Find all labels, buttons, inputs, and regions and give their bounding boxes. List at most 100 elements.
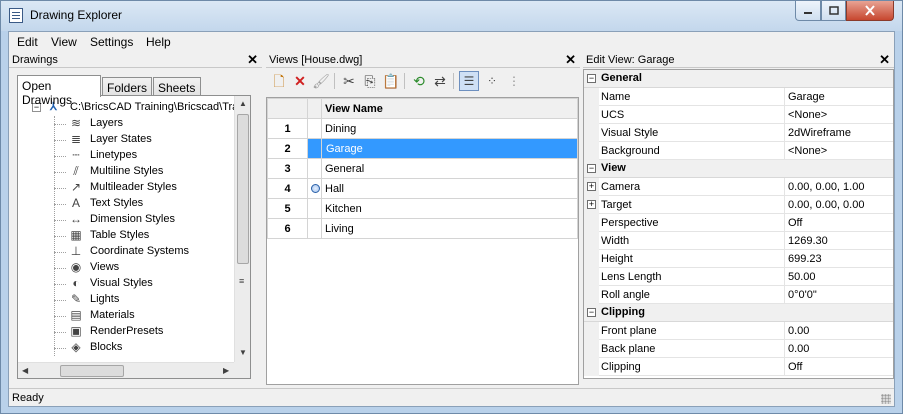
category-view[interactable]: − View xyxy=(584,160,893,178)
menu-view[interactable]: View xyxy=(51,35,77,49)
row-number[interactable]: 5 xyxy=(267,198,308,219)
cut-icon[interactable]: ✂ xyxy=(339,71,359,91)
collapse-icon[interactable]: − xyxy=(587,74,596,83)
close-views-panel-icon[interactable]: ✕ xyxy=(565,52,576,68)
property-camera[interactable]: + Camera 0.00, 0.00, 1.00 xyxy=(584,178,893,196)
scroll-down-icon[interactable]: ▼ xyxy=(239,348,247,357)
property-value[interactable]: 0.00, 0.00, 0.00 xyxy=(788,199,864,211)
property-value[interactable]: 0.00 xyxy=(788,325,809,337)
collapse-icon[interactable]: − xyxy=(587,308,596,317)
paste-icon[interactable]: 📋 xyxy=(381,71,401,91)
property-value[interactable]: 0°0'0" xyxy=(788,289,817,301)
row-number[interactable]: 4 xyxy=(267,178,308,199)
details-view-icon[interactable]: ☰ xyxy=(459,71,479,91)
property-value[interactable]: 2dWireframe xyxy=(788,127,851,139)
close-drawings-panel-icon[interactable]: ✕ xyxy=(247,52,258,68)
collapse-icon[interactable]: − xyxy=(587,164,596,173)
minimize-button[interactable] xyxy=(795,1,821,21)
new-view-icon[interactable]: 🗋 xyxy=(269,71,289,91)
property-value[interactable]: <None> xyxy=(788,145,827,157)
delete-icon[interactable]: ✕ xyxy=(290,71,310,91)
property-value[interactable]: 699.23 xyxy=(788,253,822,265)
list-view-icon[interactable]: ⋮ xyxy=(504,71,524,91)
property-back-plane[interactable]: Back plane 0.00 xyxy=(584,340,893,358)
property-ucs[interactable]: UCS <None> xyxy=(584,106,893,124)
property-lens-length[interactable]: Lens Length 50.00 xyxy=(584,268,893,286)
tab-folders[interactable]: Folders xyxy=(102,77,152,96)
view-name-column-header[interactable]: View Name xyxy=(321,98,578,119)
property-visual-style[interactable]: Visual Style 2dWireframe xyxy=(584,124,893,142)
view-name-cell[interactable]: General xyxy=(321,158,578,179)
category-clipping[interactable]: − Clipping xyxy=(584,304,893,322)
category-general[interactable]: − General xyxy=(584,70,893,88)
resize-grip-icon[interactable] xyxy=(881,394,891,404)
tree-vertical-scrollbar[interactable]: ▲ ≡ ▼ xyxy=(234,96,250,362)
property-value[interactable]: <None> xyxy=(788,109,827,121)
set-current-icon[interactable]: ⟲ xyxy=(409,71,429,91)
expand-icon[interactable]: + xyxy=(587,182,596,191)
menu-help[interactable]: Help xyxy=(146,35,171,49)
close-edit-view-panel-icon[interactable]: ✕ xyxy=(879,52,890,68)
property-value[interactable]: Garage xyxy=(788,91,825,103)
view-row[interactable]: 4 Hall xyxy=(267,178,578,199)
property-background[interactable]: Background <None> xyxy=(584,142,893,160)
view-row[interactable]: 3 General xyxy=(267,158,578,179)
scroll-right-icon[interactable]: ▶ xyxy=(223,366,229,375)
property-label: Width xyxy=(601,235,630,247)
expand-icon[interactable]: + xyxy=(587,200,596,209)
property-roll-angle[interactable]: Roll angle 0°0'0" xyxy=(584,286,893,304)
column-divider xyxy=(784,340,785,358)
property-target[interactable]: + Target 0.00, 0.00, 0.00 xyxy=(584,196,893,214)
scroll-up-icon[interactable]: ▲ xyxy=(239,99,247,108)
view-name-cell[interactable]: Hall xyxy=(321,178,578,199)
property-value[interactable]: 1269.30 xyxy=(788,235,828,247)
purge-brush-icon[interactable]: 🖌 xyxy=(311,71,331,91)
row-number[interactable]: 3 xyxy=(267,158,308,179)
property-label: Lens Length xyxy=(601,271,662,283)
refresh-icon[interactable]: ⇄ xyxy=(430,71,450,91)
tree-horizontal-scroll-thumb[interactable] xyxy=(60,365,124,377)
row-number[interactable]: 6 xyxy=(267,218,308,239)
row-number[interactable]: 2 xyxy=(267,138,308,159)
view-row[interactable]: 1 Dining xyxy=(267,118,578,139)
property-height[interactable]: Height 699.23 xyxy=(584,250,893,268)
icon-view-icon[interactable]: ⁘ xyxy=(482,71,502,91)
property-clipping[interactable]: Clipping Off xyxy=(584,358,893,376)
view-row[interactable]: 5 Kitchen xyxy=(267,198,578,219)
maximize-button[interactable] xyxy=(821,1,846,21)
close-button[interactable] xyxy=(846,1,894,21)
property-value[interactable]: Off xyxy=(788,217,802,229)
view-row[interactable]: 2 Garage xyxy=(267,138,578,159)
property-value[interactable]: 50.00 xyxy=(788,271,816,283)
property-front-plane[interactable]: Front plane 0.00 xyxy=(584,322,893,340)
property-perspective[interactable]: Perspective Off xyxy=(584,214,893,232)
property-value[interactable]: 0.00, 0.00, 1.00 xyxy=(788,181,864,193)
drawing-tree[interactable]: − ⅄ C:\BricsCAD Training\Bricscad\Tra ≋ L… xyxy=(17,95,251,379)
property-width[interactable]: Width 1269.30 xyxy=(584,232,893,250)
scroll-left-icon[interactable]: ◀ xyxy=(22,366,28,375)
tab-sheets[interactable]: Sheets xyxy=(153,77,201,96)
tree-vertical-scroll-thumb[interactable] xyxy=(237,114,249,264)
tree-connector xyxy=(54,204,66,205)
category-label: View xyxy=(601,162,626,174)
title-bar[interactable]: Drawing Explorer xyxy=(1,1,902,31)
view-name-cell[interactable]: Living xyxy=(321,218,578,239)
tab-open-drawings[interactable]: Open Drawings xyxy=(17,75,101,107)
property-name[interactable]: Name Garage xyxy=(584,88,893,106)
copy-icon[interactable]: ⎘ xyxy=(360,71,380,91)
property-gutter: + xyxy=(584,196,599,214)
text-styles-icon: A xyxy=(71,196,80,210)
menu-settings[interactable]: Settings xyxy=(90,35,133,49)
menu-edit[interactable]: Edit xyxy=(17,35,38,49)
view-row[interactable]: 6 Living xyxy=(267,218,578,239)
tree-connector xyxy=(54,348,66,349)
row-number[interactable]: 1 xyxy=(267,118,308,139)
view-name-cell[interactable]: Dining xyxy=(321,118,578,139)
marker-column-header xyxy=(307,98,322,119)
view-name-cell[interactable]: Kitchen xyxy=(321,198,578,219)
tree-horizontal-scrollbar[interactable]: ◀ ▶ xyxy=(18,362,235,378)
property-value[interactable]: 0.00 xyxy=(788,343,809,355)
property-value[interactable]: Off xyxy=(788,361,802,373)
row-marker xyxy=(307,198,322,219)
view-name-cell[interactable]: Garage xyxy=(321,138,578,159)
